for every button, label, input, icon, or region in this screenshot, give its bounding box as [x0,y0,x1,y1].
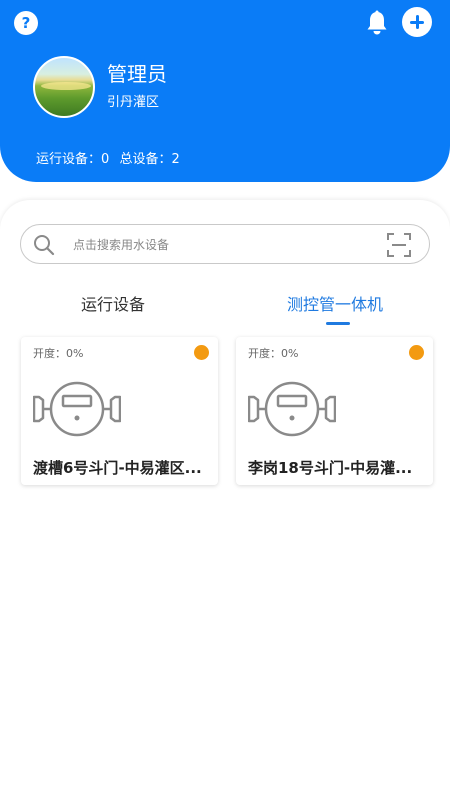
opening-value: 开度：0% [248,347,299,360]
water-meter-icon [33,381,121,437]
running-devices-stat: 运行设备：0 [36,152,110,167]
status-dot [194,345,209,360]
bell-icon[interactable] [365,10,389,36]
water-meter-icon [248,381,336,437]
search-icon [34,235,55,256]
search-input[interactable] [73,234,373,256]
profile-header: ? 管理员 引丹灌区 运行设备：0 总设备：2 [0,0,450,182]
device-card[interactable]: 开度：0% 渡槽6号斗门-中易灌区... [21,337,218,485]
search-bar[interactable] [20,224,430,264]
user-name: 管理员 [107,62,167,86]
device-card[interactable]: 开度：0% 李岗18号斗门-中易灌... [236,337,433,485]
add-device-button[interactable] [402,7,432,37]
device-title: 渡槽6号斗门-中易灌区... [33,459,202,477]
avatar[interactable] [33,56,95,118]
user-area-name: 引丹灌区 [107,95,160,110]
help-icon[interactable]: ? [14,11,38,35]
tab-running-devices[interactable]: 运行设备 [48,291,178,315]
device-title: 李岗18号斗门-中易灌... [248,459,413,477]
active-tab-indicator [326,322,350,325]
device-stats: 运行设备：0 总设备：2 [36,148,186,167]
tab-integrated-gates[interactable]: 测控管一体机 [265,291,405,315]
total-devices-stat: 总设备：2 [119,152,180,167]
status-dot [409,345,424,360]
opening-value: 开度：0% [33,347,84,360]
scan-icon[interactable] [386,232,412,258]
device-panel: 运行设备 测控管一体机 开度：0% 渡槽6号斗门-中易灌区... 开度：0% [0,200,450,800]
